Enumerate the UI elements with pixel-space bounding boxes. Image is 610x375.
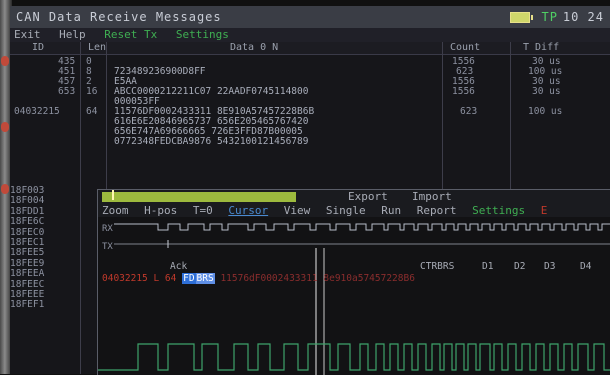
menu-bar: Exit Help Reset Tx Settings	[10, 28, 610, 42]
col-data[interactable]: Data 0 N	[230, 42, 278, 54]
row-tdiff: 100 us	[528, 106, 563, 117]
row-data: 0772348FEDCBA9876 5432100121456789	[114, 136, 309, 147]
table-row[interactable]: 653 16 ABCC0000212211C07 22AADF074511480…	[10, 87, 610, 97]
field-label: D2	[514, 261, 526, 272]
table-row[interactable]: 457 2 E5AA 1556 30 us	[10, 77, 610, 87]
scope-menu-single[interactable]: Single	[326, 204, 366, 217]
col-tdiff[interactable]: T Diff	[523, 42, 559, 54]
field-label: CTRBRS	[420, 261, 455, 272]
row-count: 1556	[452, 86, 475, 97]
row-count: 623	[460, 106, 478, 117]
export-button[interactable]: Export	[348, 190, 388, 204]
id-list: 18F003 18F004 18FDD1 18FE6C 18FEC0 18FEC…	[10, 185, 44, 311]
menu-exit[interactable]: Exit	[14, 28, 41, 41]
col-len[interactable]: Len	[88, 42, 106, 54]
scope-menu-run[interactable]: Run	[381, 204, 401, 217]
bezel-led	[1, 122, 9, 132]
scope-menu: Zoom H-pos T=0 Cursor View Single Run Re…	[98, 204, 610, 217]
table-row[interactable]: 435 0 1556 30 us	[10, 57, 610, 67]
clock: 10 24	[562, 10, 604, 24]
table-row[interactable]: 451 8 723489236900D8FF 623 100 us	[10, 67, 610, 77]
table-row[interactable]: 616E6E20846965737 656E205465767420	[10, 117, 610, 127]
table-row[interactable]: 04032215 64 11576DF0002433311 8E910A5745…	[10, 107, 610, 117]
scope-window: Export Import Zoom H-pos T=0 Cursor View…	[97, 189, 610, 375]
menu-reset-tx[interactable]: Reset Tx	[104, 28, 157, 41]
table-row[interactable]: 0772348FEDCBA9876 5432100121456789	[10, 137, 610, 147]
scope-menu-hpos[interactable]: H-pos	[144, 204, 177, 217]
col-count[interactable]: Count	[450, 42, 480, 54]
list-item[interactable]: 18FE6C	[10, 216, 44, 227]
row-id: 04032215	[14, 106, 60, 117]
scope-menu-t0[interactable]: T=0	[193, 204, 213, 217]
field-label: D1	[482, 261, 494, 272]
menu-help[interactable]: Help	[59, 28, 86, 41]
row-len: 16	[86, 86, 98, 97]
row-len: 64	[86, 106, 98, 117]
bezel-led	[1, 184, 9, 194]
bezel-led	[1, 56, 9, 66]
scope-menu-settings[interactable]: Settings	[472, 204, 525, 217]
window-title: CAN Data Receive Messages	[16, 10, 222, 24]
list-item[interactable]: 18FEF1	[10, 299, 44, 310]
rx-bit-stream	[114, 223, 610, 231]
waveform-display[interactable]	[98, 218, 610, 375]
row-tdiff: 30 us	[532, 86, 561, 97]
table-row[interactable]: 656E747A69666665 726E3FFD87B00005	[10, 127, 610, 137]
scope-menu-e[interactable]: E	[541, 204, 548, 217]
frame-data: 11576dF0002433311 8e910a57457228B6	[220, 273, 415, 284]
menu-settings[interactable]: Settings	[176, 28, 229, 41]
title-bar: CAN Data Receive Messages TP 10 24	[10, 6, 610, 28]
battery-icon	[510, 12, 533, 23]
decoded-frame-row[interactable]: 04032215 L 64 FD BRS 11576dF0002433311 8e…	[102, 273, 415, 284]
col-id[interactable]: ID	[32, 42, 44, 54]
list-item[interactable]: 18FEEA	[10, 268, 44, 279]
field-label: D4	[580, 261, 592, 272]
scope-topbar: Export Import	[98, 190, 610, 204]
ack-label: Ack	[170, 261, 188, 272]
field-label: D3	[544, 261, 556, 272]
scope-menu-cursor[interactable]: Cursor	[228, 204, 268, 217]
scope-menu-view[interactable]: View	[284, 204, 311, 217]
scope-menu-zoom[interactable]: Zoom	[102, 204, 129, 217]
import-button[interactable]: Import	[412, 190, 452, 204]
tp-indicator: TP	[541, 10, 558, 24]
table-header: ID Len Data 0 N Count T Diff	[10, 42, 610, 55]
capture-progress-bar	[102, 192, 296, 202]
analog-trace	[98, 343, 610, 371]
scope-menu-report[interactable]: Report	[417, 204, 457, 217]
brs-badge: BRS	[195, 273, 215, 284]
fd-badge: FD	[182, 273, 196, 284]
progress-marker	[112, 190, 114, 200]
row-id: 653	[58, 86, 76, 97]
frame-id: 04032215 L 64	[102, 273, 177, 284]
